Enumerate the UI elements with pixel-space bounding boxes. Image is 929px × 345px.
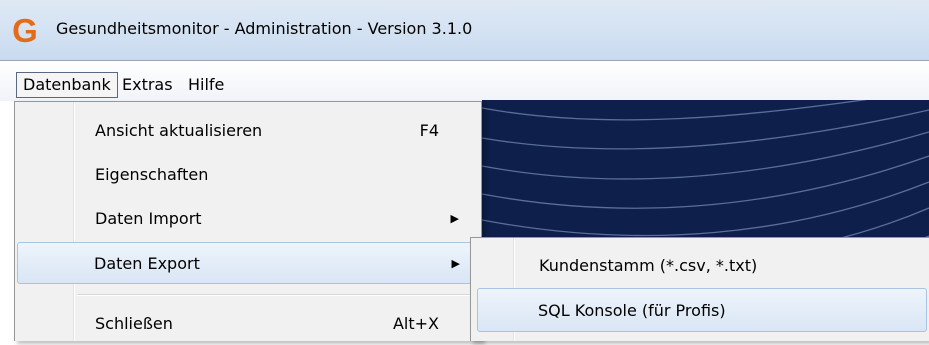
window-title: Gesundheitsmonitor - Administration - Ve… bbox=[56, 19, 473, 38]
menu-datenbank[interactable]: Datenbank bbox=[16, 72, 118, 98]
menu-bar: Datenbank Extras Hilfe bbox=[0, 60, 929, 101]
app-logo-icon: G bbox=[12, 12, 38, 49]
menu-item-label: Schließen bbox=[95, 314, 173, 333]
title-bar: G Gesundheitsmonitor - Administration - … bbox=[0, 0, 929, 60]
menu-item-daten-export[interactable]: Daten Export ▶ bbox=[17, 242, 477, 284]
submenu-item-kundenstamm[interactable]: Kundenstamm (*.csv, *.txt) bbox=[477, 244, 927, 288]
menu-item-shortcut: F4 bbox=[419, 121, 439, 140]
submenu-item-label: SQL Konsole (für Profis) bbox=[538, 301, 726, 320]
submenu-arrow-icon: ▶ bbox=[450, 212, 459, 225]
datenbank-dropdown-menu: Ansicht aktualisieren F4 Eigenschaften D… bbox=[14, 101, 482, 341]
menu-item-label: Ansicht aktualisieren bbox=[95, 121, 263, 140]
submenu-item-label: Kundenstamm (*.csv, *.txt) bbox=[539, 256, 758, 275]
menu-item-schliessen[interactable]: Schließen Alt+X bbox=[17, 303, 477, 345]
menu-separator bbox=[77, 294, 473, 296]
menu-item-eigenschaften[interactable]: Eigenschaften bbox=[17, 154, 477, 196]
menu-item-shortcut: Alt+X bbox=[392, 314, 439, 333]
submenu-item-sql-konsole[interactable]: SQL Konsole (für Profis) bbox=[477, 288, 927, 332]
menu-extras[interactable]: Extras bbox=[116, 73, 179, 97]
menu-item-ansicht-aktualisieren[interactable]: Ansicht aktualisieren F4 bbox=[17, 110, 477, 152]
menu-item-label: Daten Export bbox=[94, 254, 200, 273]
menu-item-daten-import[interactable]: Daten Import ▶ bbox=[17, 198, 477, 240]
submenu-arrow-icon: ▶ bbox=[451, 257, 460, 270]
menu-hilfe[interactable]: Hilfe bbox=[182, 73, 230, 97]
menu-item-label: Daten Import bbox=[95, 209, 202, 228]
menu-item-label: Eigenschaften bbox=[95, 165, 209, 184]
daten-export-submenu: Kundenstamm (*.csv, *.txt) SQL Konsole (… bbox=[470, 237, 929, 341]
